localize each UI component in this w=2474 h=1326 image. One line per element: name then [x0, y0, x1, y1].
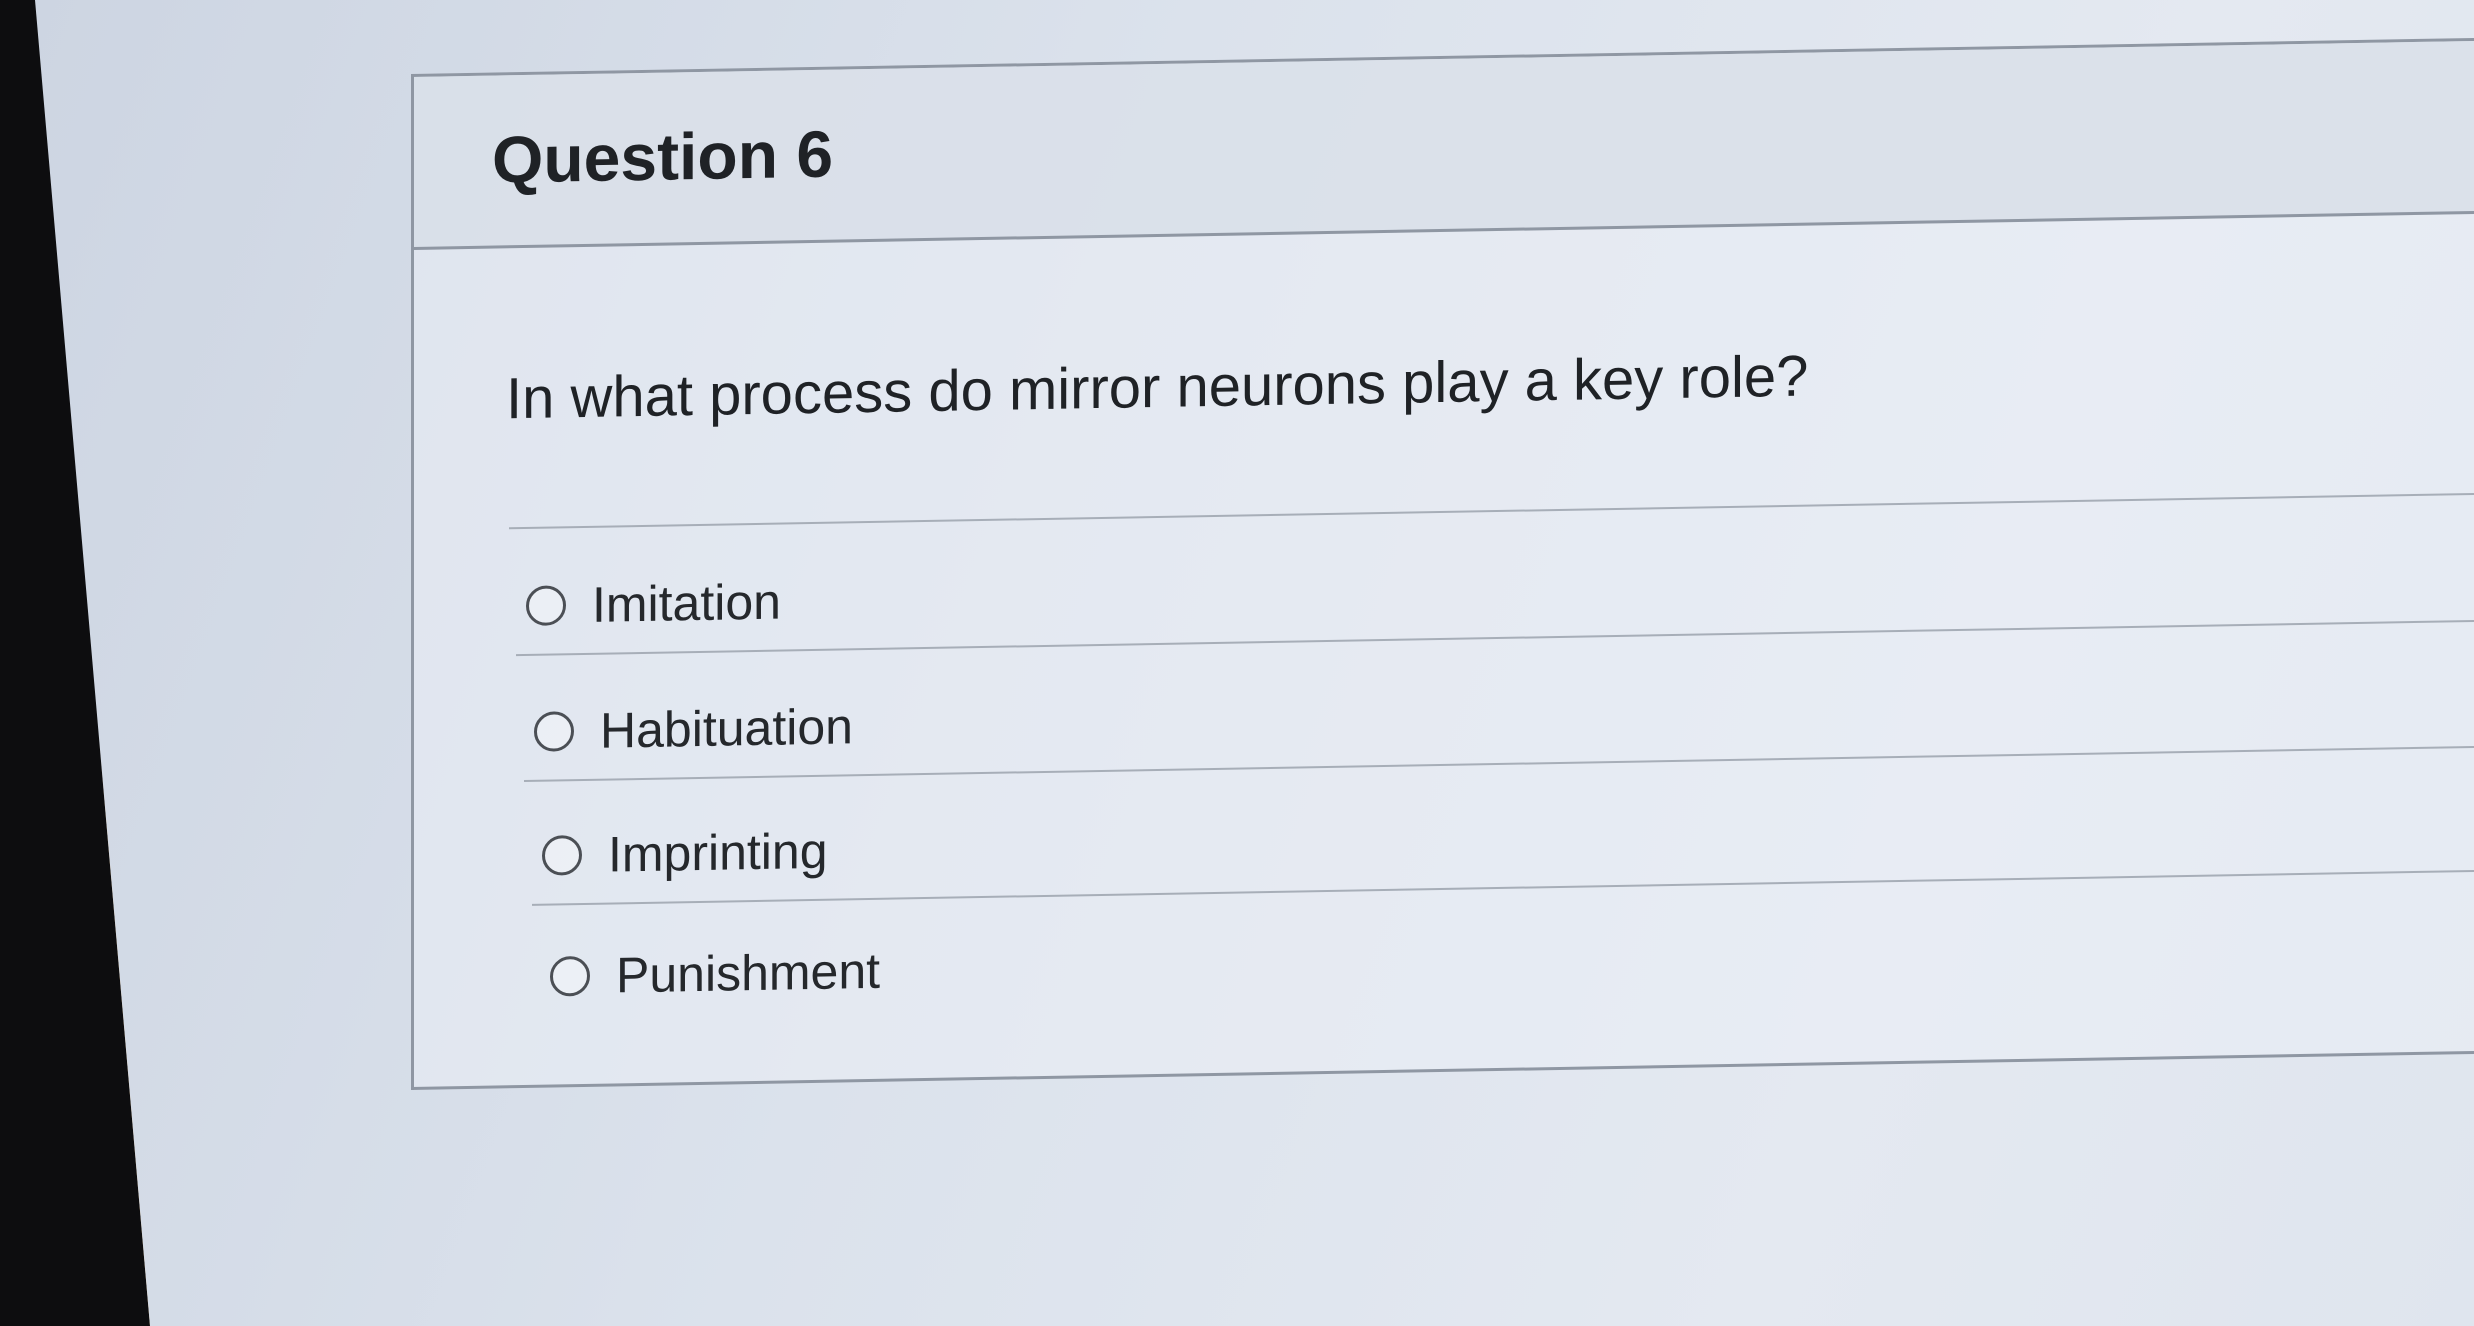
question-text: In what process do mirror neurons play a…: [506, 343, 1809, 432]
answer-option-imprinting[interactable]: Imprinting: [542, 822, 828, 885]
answer-option-imitation[interactable]: Imitation: [526, 573, 781, 635]
screen: Question 6 In what process do mirror neu…: [35, 0, 2474, 1326]
divider: [516, 618, 2474, 657]
radio-button[interactable]: [550, 955, 590, 997]
question-header: Question 6: [414, 39, 2474, 250]
divider: [509, 491, 2474, 530]
question-card: Question 6 In what process do mirror neu…: [411, 36, 2474, 1091]
option-label: Imprinting: [608, 822, 828, 883]
option-label: Habituation: [600, 698, 853, 759]
option-label: Punishment: [616, 942, 881, 1004]
answer-option-habituation[interactable]: Habituation: [534, 697, 853, 761]
answer-option-punishment[interactable]: Punishment: [550, 942, 880, 1006]
radio-button[interactable]: [526, 585, 566, 626]
radio-button[interactable]: [542, 835, 582, 876]
question-title: Question 6: [492, 116, 834, 197]
option-label: Imitation: [592, 573, 781, 633]
radio-button[interactable]: [534, 711, 574, 752]
